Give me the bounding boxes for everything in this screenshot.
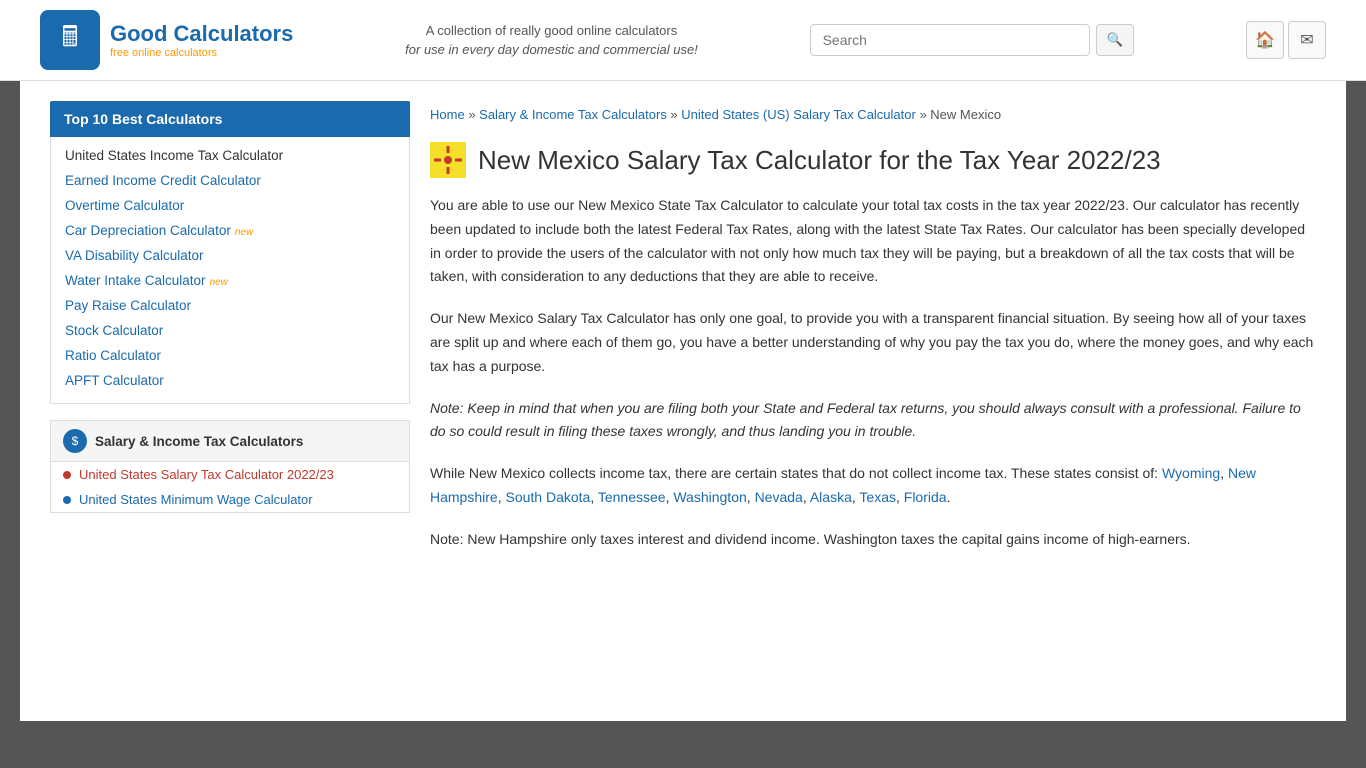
state-link[interactable]: Nevada [755, 489, 803, 505]
sidebar-section-header: $ Salary & Income Tax Calculators [51, 421, 409, 462]
breadcrumb-current: New Mexico [930, 107, 1001, 122]
breadcrumb: Home » Salary & Income Tax Calculators »… [430, 101, 1316, 128]
section-title: Salary & Income Tax Calculators [95, 434, 303, 449]
logo-title[interactable]: Good Calculators [110, 21, 293, 47]
sidebar-sub-links: United States Salary Tax Calculator 2022… [51, 462, 409, 512]
mail-button[interactable]: ✉ [1288, 21, 1326, 59]
breadcrumb-sep2: » [670, 107, 681, 122]
sidebar-link[interactable]: VA Disability Calculator [51, 243, 409, 268]
sidebar-sub-link[interactable]: United States Salary Tax Calculator 2022… [51, 462, 409, 487]
sidebar-links: United States Income Tax CalculatorEarne… [50, 137, 410, 404]
state-link[interactable]: South Dakota [505, 489, 590, 505]
main-para5: Note: New Hampshire only taxes interest … [430, 528, 1316, 552]
main-para3-text: Note: Keep in mind that when you are fil… [430, 400, 1301, 440]
main-para3: Note: Keep in mind that when you are fil… [430, 397, 1316, 445]
main-para1: You are able to use our New Mexico State… [430, 194, 1316, 289]
state-link[interactable]: Wyoming [1162, 465, 1220, 481]
sidebar-sub-link[interactable]: United States Minimum Wage Calculator [51, 487, 409, 512]
sidebar-link[interactable]: Stock Calculator [51, 318, 409, 343]
dot-icon [63, 471, 71, 479]
sidebar-link[interactable]: Pay Raise Calculator [51, 293, 409, 318]
search-button[interactable]: 🔍 [1096, 24, 1135, 56]
breadcrumb-us-salary[interactable]: United States (US) Salary Tax Calculator [681, 107, 916, 122]
state-link[interactable]: Texas [859, 489, 896, 505]
logo-subtitle: free online calculators [110, 47, 293, 59]
main-content: Home » Salary & Income Tax Calculators »… [430, 101, 1316, 570]
dot-icon [63, 496, 71, 504]
section-icon: $ [63, 429, 87, 453]
sidebar-top-label: Top 10 Best Calculators [50, 101, 410, 137]
header-icons: 🏠 ✉ [1246, 21, 1326, 59]
state-link[interactable]: Alaska [810, 489, 852, 505]
breadcrumb-sep3: » [919, 107, 930, 122]
tagline: A collection of really good online calcu… [405, 21, 698, 60]
sidebar-link[interactable]: Car Depreciation Calculatornew [51, 218, 409, 243]
nm-flag [430, 142, 466, 178]
badge-new: new [210, 277, 228, 288]
page-title: New Mexico Salary Tax Calculator for the… [478, 145, 1161, 176]
state-link[interactable]: Washington [673, 489, 746, 505]
sidebar-link[interactable]: United States Income Tax Calculator [51, 143, 409, 168]
search-area: 🔍 [810, 24, 1135, 56]
sidebar-link[interactable]: Overtime Calculator [51, 193, 409, 218]
main-para4: While New Mexico collects income tax, th… [430, 462, 1316, 510]
sidebar-section: $ Salary & Income Tax Calculators United… [50, 420, 410, 513]
sidebar: Top 10 Best Calculators United States In… [50, 101, 410, 570]
badge-new: new [235, 227, 253, 238]
breadcrumb-home[interactable]: Home [430, 107, 465, 122]
tagline-line2: for use in every day domestic and commer… [405, 42, 698, 57]
logo-icon: 🖩 [40, 10, 100, 70]
tagline-line1: A collection of really good online calcu… [405, 21, 698, 41]
para4-prefix: While New Mexico collects income tax, th… [430, 465, 1162, 481]
main-para2: Our New Mexico Salary Tax Calculator has… [430, 307, 1316, 378]
logo-area: 🖩 Good Calculators free online calculato… [40, 10, 293, 70]
sub-link-text: United States Minimum Wage Calculator [79, 492, 313, 507]
logo-text-area: Good Calculators free online calculators [110, 21, 293, 59]
sidebar-link[interactable]: Earned Income Credit Calculator [51, 168, 409, 193]
sidebar-link[interactable]: Ratio Calculator [51, 343, 409, 368]
page-title-area: New Mexico Salary Tax Calculator for the… [430, 142, 1316, 178]
breadcrumb-salary[interactable]: Salary & Income Tax Calculators [479, 107, 667, 122]
sub-link-text: United States Salary Tax Calculator 2022… [79, 467, 334, 482]
state-link[interactable]: Tennessee [598, 489, 666, 505]
search-input[interactable] [810, 24, 1090, 56]
para4-suffix: . [947, 489, 951, 505]
sidebar-link[interactable]: APFT Calculator [51, 368, 409, 393]
state-link[interactable]: Florida [904, 489, 947, 505]
home-button[interactable]: 🏠 [1246, 21, 1284, 59]
sidebar-link[interactable]: Water Intake Calculatornew [51, 268, 409, 293]
breadcrumb-sep1: » [468, 107, 479, 122]
